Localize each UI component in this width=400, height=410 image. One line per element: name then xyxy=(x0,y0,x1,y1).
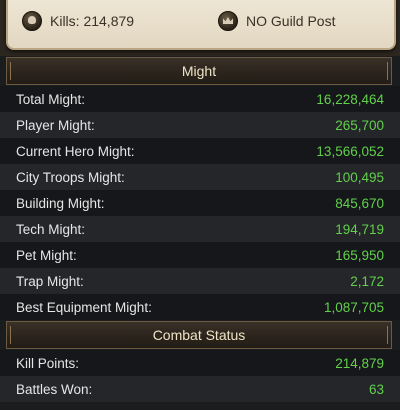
combat-section-header: Combat Status xyxy=(6,321,392,349)
row-label: Tech Might: xyxy=(16,221,86,237)
row-label: Player Might: xyxy=(16,117,95,133)
row-label: Total Might: xyxy=(16,91,86,107)
kills-stat: Kills: 214,879 xyxy=(22,11,134,31)
might-row-trap: Trap Might: 2,172 xyxy=(0,268,400,294)
row-value: 63 xyxy=(368,381,384,397)
might-row-hero: Current Hero Might: 13,566,052 xyxy=(0,138,400,164)
guild-post-text: NO Guild Post xyxy=(246,13,336,29)
kills-text: Kills: 214,879 xyxy=(50,13,135,29)
row-label: Battles Won: xyxy=(16,381,93,397)
row-label: Best Equipment Might: xyxy=(16,299,152,315)
combat-section-title: Combat Status xyxy=(152,327,246,343)
row-value: 16,228,464 xyxy=(316,91,384,107)
profile-summary-panel: Kills: 214,879 NO Guild Post xyxy=(0,0,400,56)
combat-row-kill-points: Kill Points: 214,879 xyxy=(0,350,400,376)
might-row-city-troops: City Troops Might: 100,495 xyxy=(0,164,400,190)
row-label: Current Hero Might: xyxy=(16,143,135,159)
row-value: 100,495 xyxy=(335,169,384,185)
row-value: 265,700 xyxy=(335,117,384,133)
guild-post-stat: NO Guild Post xyxy=(218,11,335,31)
might-section-header: Might xyxy=(6,57,392,85)
might-row-building: Building Might: 845,670 xyxy=(0,190,400,216)
might-row-best-equipment: Best Equipment Might: 1,087,705 xyxy=(0,294,400,320)
combat-row-battles-won: Battles Won: 63 xyxy=(0,376,400,402)
row-value: 845,670 xyxy=(335,195,384,211)
profile-summary-card: Kills: 214,879 NO Guild Post xyxy=(6,0,396,50)
might-row-pet: Pet Might: 165,950 xyxy=(0,242,400,268)
row-value: 194,719 xyxy=(335,221,384,237)
row-label: Trap Might: xyxy=(16,273,84,289)
skull-icon xyxy=(22,11,42,31)
row-label: Kill Points: xyxy=(16,355,80,371)
row-value: 2,172 xyxy=(350,273,384,289)
row-label: Pet Might: xyxy=(16,247,77,263)
row-value: 13,566,052 xyxy=(316,143,384,159)
might-row-player: Player Might: 265,700 xyxy=(0,112,400,138)
row-label: Building Might: xyxy=(16,195,105,211)
row-value: 1,087,705 xyxy=(323,299,384,315)
might-row-tech: Tech Might: 194,719 xyxy=(0,216,400,242)
might-row-total: Total Might: 16,228,464 xyxy=(0,86,400,112)
row-value: 214,879 xyxy=(335,355,384,371)
row-value: 165,950 xyxy=(335,247,384,263)
row-label: City Troops Might: xyxy=(16,169,125,185)
crown-icon xyxy=(218,11,238,31)
might-section-title: Might xyxy=(181,63,217,79)
